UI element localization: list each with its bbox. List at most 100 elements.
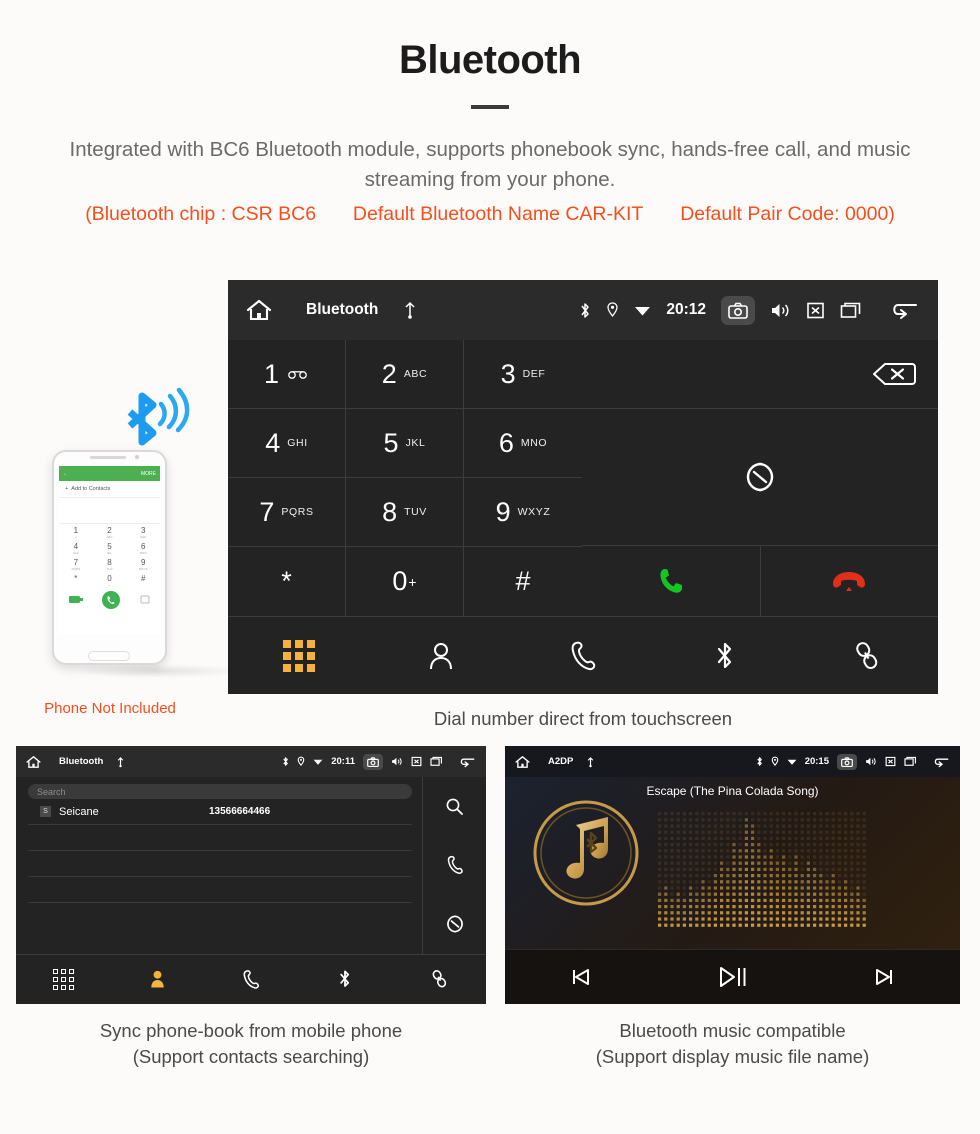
- usb-icon: [587, 756, 594, 768]
- music-note-bluetooth-icon: [530, 797, 642, 914]
- phone-screen: ← MORE + Add to Contacts 1 ∞ 2 ABC 3 DEF 4G…: [59, 466, 160, 634]
- phone-key-5: 5 JKL: [106, 542, 113, 555]
- number-display[interactable]: [582, 340, 938, 409]
- call-button[interactable]: [582, 546, 761, 616]
- sync-icon[interactable]: [743, 460, 777, 494]
- link-icon: [430, 968, 449, 990]
- pb-status-left: Bluetooth: [26, 755, 124, 769]
- key-star-digit: *: [281, 566, 292, 596]
- status-right-group: 20:12: [564, 295, 920, 325]
- handset-icon[interactable]: [446, 855, 464, 875]
- nav-pair-link[interactable]: [392, 968, 486, 990]
- recents-icon[interactable]: [840, 301, 862, 320]
- home-icon[interactable]: [26, 755, 41, 769]
- key-8[interactable]: 8 TUV: [346, 478, 464, 547]
- search-icon[interactable]: [445, 797, 464, 816]
- search-placeholder: Search: [37, 786, 66, 797]
- dialer-clock: 20:12: [666, 301, 706, 318]
- phone-body: ← MORE + Add to Contacts 1 ∞ 2 ABC 3 DEF 4G…: [52, 450, 167, 665]
- call-actions: [582, 546, 938, 616]
- music-status-bar: A2DP 20:15: [505, 746, 960, 777]
- volume-icon[interactable]: [391, 756, 403, 767]
- contact-side-rail: [423, 777, 486, 954]
- next-track-icon: [873, 967, 895, 987]
- track-title: Escape (The Pina Colada Song): [646, 784, 819, 798]
- camera-icon[interactable]: [363, 753, 383, 770]
- wifi-icon: [313, 757, 323, 766]
- call-icon: [657, 566, 685, 596]
- key-5[interactable]: 5 JKL: [346, 409, 464, 478]
- handset-icon: [569, 640, 597, 672]
- phonebook-bottom-nav: [16, 954, 486, 1003]
- key-4[interactable]: 4 GHI: [228, 409, 346, 478]
- back-icon[interactable]: [890, 300, 920, 320]
- close-box-icon[interactable]: [806, 301, 825, 320]
- key-6[interactable]: 6 MNO: [464, 409, 582, 478]
- nav-contacts[interactable]: [370, 641, 512, 671]
- key-2-letters: ABC: [403, 368, 428, 380]
- nav-bluetooth[interactable]: [654, 639, 796, 673]
- key-3-letters: DEF: [522, 368, 546, 380]
- sync-area[interactable]: [582, 409, 938, 546]
- page-subtitle: Integrated with BC6 Bluetooth module, su…: [69, 138, 911, 191]
- key-8-digit: 8: [382, 496, 398, 527]
- key-2[interactable]: 2 ABC: [346, 340, 464, 409]
- handset-icon: [242, 969, 260, 990]
- close-box-icon[interactable]: [411, 756, 422, 767]
- key-9[interactable]: 9 WXYZ: [464, 478, 582, 547]
- music-clock: 20:15: [804, 756, 829, 767]
- hangup-button[interactable]: [761, 546, 939, 616]
- search-input[interactable]: Search: [28, 784, 412, 799]
- dialer-title: Bluetooth: [306, 301, 379, 318]
- recents-icon[interactable]: [430, 756, 443, 767]
- nav-call-history[interactable]: [512, 640, 654, 672]
- key-7[interactable]: 7 PQRS: [228, 478, 346, 547]
- status-left-group: Bluetooth: [246, 298, 416, 322]
- home-icon[interactable]: [246, 298, 272, 322]
- key-hash[interactable]: #: [464, 547, 582, 616]
- nav-bluetooth[interactable]: [298, 968, 392, 990]
- music-controls: [505, 949, 960, 1004]
- dialer-status-bar: Bluetooth 20:12: [228, 280, 938, 340]
- camera-icon[interactable]: [721, 295, 755, 325]
- key-0-plus: +: [408, 573, 417, 590]
- nav-contacts[interactable]: [110, 969, 204, 989]
- person-filled-icon: [149, 969, 166, 989]
- next-track-button[interactable]: [808, 967, 960, 987]
- nav-pair-link[interactable]: [796, 639, 938, 673]
- location-icon: [297, 756, 305, 767]
- camera-icon[interactable]: [837, 753, 857, 770]
- volume-icon[interactable]: [865, 756, 877, 767]
- table-row[interactable]: S Seicane 13566664466: [28, 799, 412, 825]
- phone-key-3: 3 DEF: [140, 526, 147, 539]
- contact-list: Search S Seicane 13566664466: [16, 777, 423, 954]
- key-7-digit: 7: [259, 496, 275, 527]
- recents-icon[interactable]: [904, 756, 917, 767]
- key-1[interactable]: 1: [228, 340, 346, 409]
- phone-call-icon: [102, 591, 121, 609]
- home-icon[interactable]: [515, 755, 530, 769]
- phone-not-included-label: Phone Not Included: [44, 700, 176, 717]
- key-4-digit: 4: [265, 427, 281, 458]
- back-icon[interactable]: [459, 756, 476, 768]
- spec-pair-code: Default Pair Code: 0000): [680, 203, 895, 225]
- key-hash-digit: #: [515, 566, 531, 596]
- volume-icon[interactable]: [770, 301, 791, 320]
- wifi-icon: [634, 303, 651, 317]
- play-pause-button[interactable]: [657, 966, 809, 988]
- previous-track-button[interactable]: [505, 967, 657, 987]
- keypad: 1 2 ABC 3 DEF 4 GHI 5 JKL 6 MNO 7 PQRS 8…: [228, 340, 582, 616]
- nav-keypad[interactable]: [228, 639, 370, 672]
- backspace-icon[interactable]: [872, 361, 916, 387]
- nav-call-history[interactable]: [204, 969, 298, 990]
- avatar: S: [40, 806, 51, 817]
- nav-keypad[interactable]: [16, 968, 110, 990]
- mu-status-left: A2DP: [515, 755, 594, 769]
- back-icon[interactable]: [933, 756, 950, 768]
- key-0[interactable]: 0 +: [346, 547, 464, 616]
- key-3[interactable]: 3 DEF: [464, 340, 582, 409]
- sync-icon[interactable]: [445, 914, 465, 934]
- key-star[interactable]: *: [228, 547, 346, 616]
- keypad-grid-icon: [52, 968, 74, 990]
- close-box-icon[interactable]: [885, 756, 896, 767]
